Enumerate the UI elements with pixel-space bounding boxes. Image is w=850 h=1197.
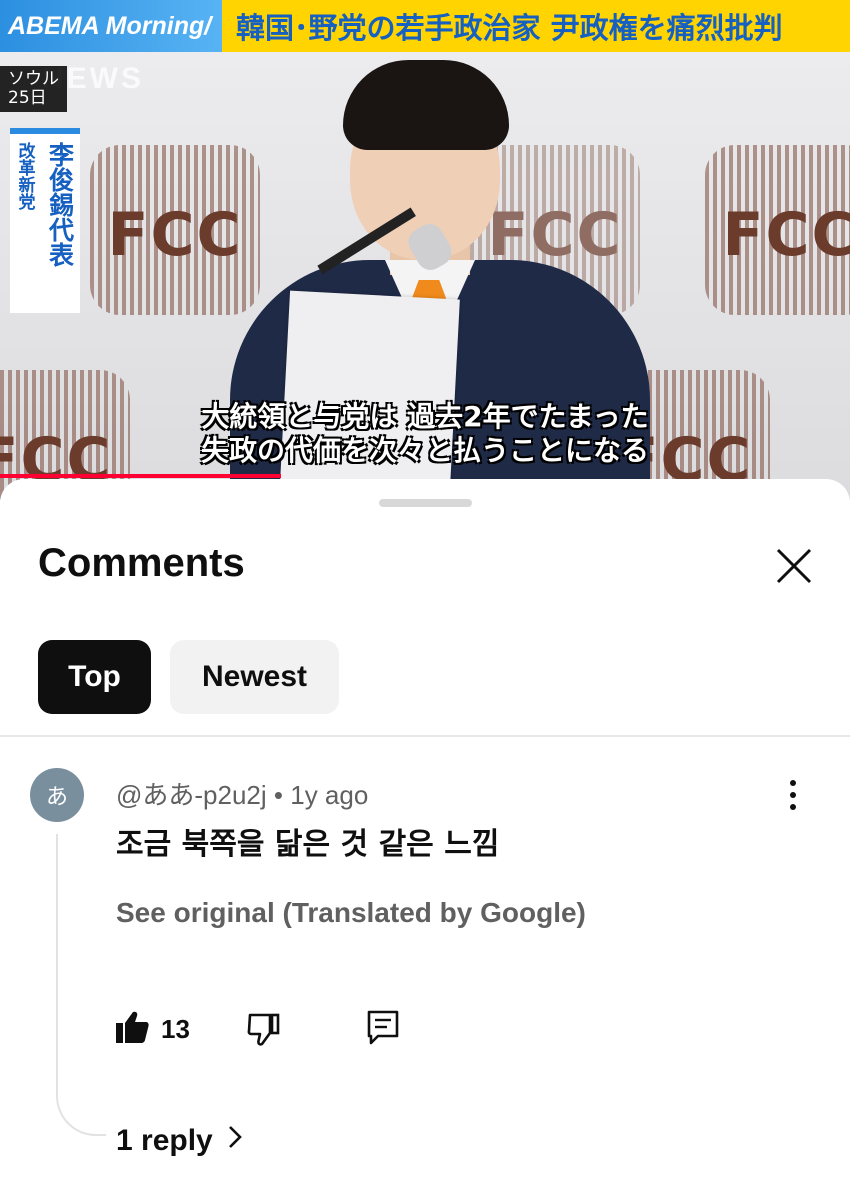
nameplate-name: 李俊錫代表: [45, 142, 75, 267]
chevron-right-icon: [227, 1124, 243, 1158]
like-count: 13: [161, 1014, 190, 1044]
nameplate-party: 改革新党: [14, 142, 35, 210]
drag-handle[interactable]: [379, 499, 472, 507]
news-banner: ABEMA Morning/ 韓国･野党の若手政治家 尹政権を痛烈批判: [0, 0, 850, 52]
backdrop-logo: FCC: [705, 145, 850, 315]
meta-separator: •: [273, 780, 284, 810]
replies-label: 1 reply: [116, 1124, 213, 1157]
video-progress-bar[interactable]: [0, 474, 281, 478]
thumb-up-icon[interactable]: [114, 1009, 150, 1045]
tab-newest[interactable]: Newest: [170, 640, 339, 714]
comment-meta: @ああ-p2u2j • 1y ago: [116, 775, 368, 812]
comment-text: 조금 북쪽을 닮은 것 같은 느낌: [116, 827, 500, 862]
video-player[interactable]: FCC FCC FCC FCC FCC ABEMA Morning/ 韓国･野党…: [0, 0, 850, 500]
close-icon[interactable]: [772, 544, 816, 588]
reply-icon[interactable]: [366, 1009, 400, 1047]
comment-age: 1y ago: [290, 780, 369, 810]
avatar[interactable]: あ: [30, 768, 84, 822]
tab-top[interactable]: Top: [38, 640, 151, 714]
thread-line: [56, 834, 106, 1136]
more-vert-icon[interactable]: [778, 777, 808, 813]
see-original-link[interactable]: See original (Translated by Google): [116, 897, 586, 929]
divider: [0, 735, 850, 737]
brand-logo: ABEMA Morning/: [0, 0, 222, 52]
replies-toggle[interactable]: 1 reply: [116, 1124, 243, 1158]
thumb-down-icon[interactable]: [246, 1011, 282, 1047]
comments-title: Comments: [38, 541, 245, 585]
speaker-nameplate: 改革新党 李俊錫代表: [10, 128, 80, 313]
comments-panel: Comments Top Newest あ @ああ-p2u2j • 1y ago…: [0, 479, 850, 1197]
video-subtitles: 大統領と与党は 過去2年でたまった 失政の代価を次々と払うことになる: [200, 400, 649, 467]
news-headline: 韓国･野党の若手政治家 尹政権を痛烈批判: [222, 0, 850, 52]
location-label: ソウル 25日: [0, 66, 67, 112]
comment-author[interactable]: @ああ-p2u2j: [116, 780, 267, 810]
